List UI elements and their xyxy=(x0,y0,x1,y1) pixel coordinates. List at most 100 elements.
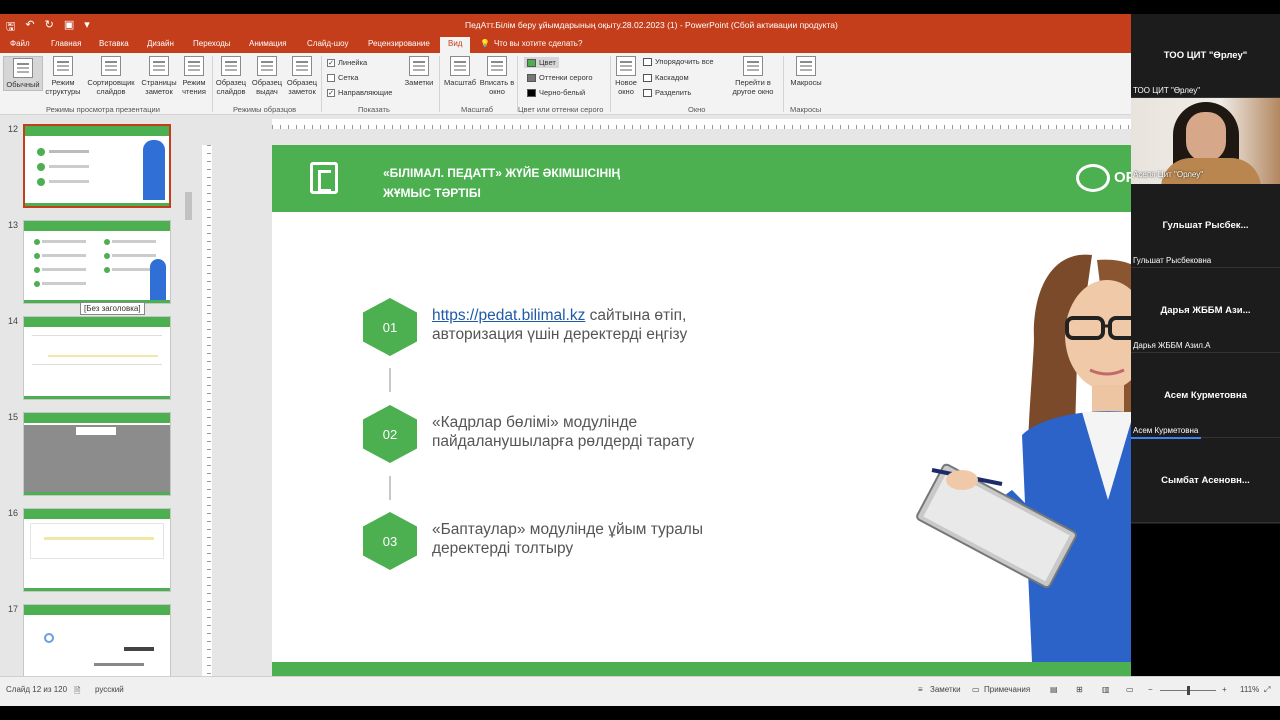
participant-tile[interactable]: Гульшат Рысбек... Гульшат Рысбековна xyxy=(1131,184,1280,268)
top-black-bar xyxy=(0,0,1280,14)
save-icon[interactable]: 🖫 xyxy=(6,18,15,37)
ribbon-separator xyxy=(212,56,213,112)
tab-slideshow[interactable]: Слайд-шоу xyxy=(307,39,348,48)
tab-transitions[interactable]: Переходы xyxy=(193,39,231,48)
tab-home[interactable]: Главная xyxy=(51,39,81,48)
normal-view-icon xyxy=(13,58,33,78)
tell-me-box[interactable]: 💡 Что вы хотите сделать? xyxy=(480,39,582,48)
slide-thumbnail-13[interactable] xyxy=(23,220,171,304)
reading-view-icon[interactable]: ▥ xyxy=(1102,685,1110,694)
new-window-button[interactable]: Новое окно xyxy=(612,56,640,96)
grayscale-swatch-icon xyxy=(527,73,536,82)
spellcheck-icon[interactable]: 🗎 xyxy=(74,685,80,699)
group-window: Окно xyxy=(688,105,706,114)
grayscale-option[interactable]: Оттенки серого xyxy=(527,73,593,82)
slide-header-band: «БІЛІМАЛ. ПЕДАТТ» ЖҮЙЕ ӘКІМШІСІНІҢ ЖҰМЫС… xyxy=(272,145,1131,212)
checkbox-checked-icon: ✓ xyxy=(327,88,335,97)
participant-tile[interactable]: Дарья ЖББМ Ази... Дарья ЖББМ Азил.А xyxy=(1131,269,1280,353)
slide-thumbnail-15[interactable] xyxy=(23,412,171,496)
window-title: ПедАтт.Білім беру ұйымдарының оқыту.28.0… xyxy=(465,20,838,30)
participant-label: Гульшат Рысбековна xyxy=(1133,256,1212,265)
notes-toggle[interactable]: Заметки xyxy=(930,685,961,694)
normal-view-button[interactable]: Обычный xyxy=(3,56,43,91)
reading-view-icon xyxy=(184,56,204,76)
zoom-slider-knob[interactable] xyxy=(1187,686,1190,695)
participant-name: Сымбат Асеновн... xyxy=(1161,475,1250,486)
thumb-number: 17 xyxy=(8,604,19,614)
color-option[interactable]: Цвет xyxy=(524,57,559,68)
participant-tile[interactable]: Сымбат Асеновн... xyxy=(1131,439,1280,523)
tab-review[interactable]: Рецензирование xyxy=(368,39,430,48)
outline-view-button[interactable]: Режим структуры xyxy=(43,56,83,96)
slide-canvas[interactable]: «БІЛІМАЛ. ПЕДАТТ» ЖҮЙЕ ӘКІМШІСІНІҢ ЖҰМЫС… xyxy=(272,145,1131,677)
participant-label: Дарья ЖББМ Азил.А xyxy=(1133,341,1211,350)
split-button[interactable]: Разделить xyxy=(643,88,691,97)
slide-sorter-button[interactable]: Сортировщик слайдов xyxy=(84,56,138,96)
tab-view[interactable]: Вид xyxy=(440,37,471,53)
step-number-badge: 02 xyxy=(363,405,417,463)
bw-swatch-icon xyxy=(527,88,536,97)
comments-toggle[interactable]: Примечания xyxy=(984,685,1030,694)
ruler-checkbox[interactable]: ✓ Линейка xyxy=(327,58,367,67)
grid-checkbox[interactable]: Сетка xyxy=(327,73,358,82)
pedat-link[interactable]: https://pedat.bilimal.kz xyxy=(432,307,585,324)
notes-button[interactable]: Заметки xyxy=(402,56,436,87)
present-icon[interactable]: ▣ xyxy=(64,18,74,37)
slide-thumbnail-14[interactable] xyxy=(23,316,171,400)
macros-button[interactable]: Макросы xyxy=(786,56,826,87)
handout-master-button[interactable]: Образец выдач xyxy=(250,56,284,96)
slideshow-icon[interactable]: ▭ xyxy=(1126,685,1134,694)
guides-checkbox[interactable]: ✓ Направляющие xyxy=(327,88,392,97)
zoom-out-icon[interactable]: − xyxy=(1148,685,1153,694)
notes-page-icon xyxy=(149,56,169,76)
cascade-button[interactable]: Каскадом xyxy=(643,73,689,82)
zoom-in-icon[interactable]: + xyxy=(1222,685,1227,694)
slide-master-button[interactable]: Образец слайдов xyxy=(214,56,248,96)
group-presentation-views: Режимы просмотра презентации xyxy=(46,105,160,114)
arrange-all-button[interactable]: Упорядочить все xyxy=(643,57,714,66)
customize-qat-icon[interactable]: ▾ xyxy=(84,18,90,37)
undo-icon[interactable]: ↶ xyxy=(25,18,34,37)
participant-camera-feed[interactable]: Аселя Цит "Орлеу" xyxy=(1131,98,1280,184)
fit-to-window-button[interactable]: Вписать в окно xyxy=(479,56,515,96)
woman-with-clipboard-image xyxy=(916,254,1131,662)
language-indicator[interactable]: русский xyxy=(95,685,124,694)
scroll-thumb[interactable] xyxy=(185,192,192,220)
reading-view-button[interactable]: Режим чтения xyxy=(179,56,209,96)
group-macros: Макросы xyxy=(790,105,822,114)
group-show: Показать xyxy=(358,105,390,114)
checkbox-checked-icon: ✓ xyxy=(327,58,335,67)
tab-insert[interactable]: Вставка xyxy=(99,39,129,48)
normal-view-icon[interactable]: ▤ xyxy=(1050,685,1058,694)
participant-tile[interactable]: Асем Курметовна Асем Курметовна xyxy=(1131,354,1280,439)
participant-tile[interactable]: ТОО ЦИТ "Өрлеу" ТОО ЦИТ "Өрлеу" xyxy=(1131,14,1280,98)
notes-icon: ≡ xyxy=(918,685,923,694)
slide-sorter-icon[interactable]: ⊞ xyxy=(1076,685,1083,694)
notes-master-button[interactable]: Образец заметок xyxy=(285,56,319,96)
zoom-level[interactable]: 111% xyxy=(1240,685,1259,694)
status-bar: Слайд 12 из 120 🗎 русский ≡ Заметки ▭ Пр… xyxy=(0,676,1280,706)
zoom-button[interactable]: Масштаб xyxy=(442,56,478,87)
black-white-option[interactable]: Черно-белый xyxy=(527,88,585,97)
slide-thumbnail-12[interactable] xyxy=(23,124,171,208)
notes-page-button[interactable]: Страницы заметок xyxy=(139,56,179,96)
redo-icon[interactable]: ↻ xyxy=(45,18,54,37)
slide-thumbnail-16[interactable] xyxy=(23,508,171,592)
step-text: https://pedat.bilimal.kz сайтына өтіп, а… xyxy=(432,307,688,343)
participant-label: Асем Курметовна xyxy=(1133,426,1199,435)
tab-design[interactable]: Дизайн xyxy=(147,39,174,48)
tab-animation[interactable]: Анимация xyxy=(249,39,287,48)
powerpoint-window: 🖫 ↶ ↻ ▣ ▾ ПедАтт.Білім беру ұйымдарының … xyxy=(0,14,1131,706)
thumbnail-scrollbar[interactable] xyxy=(184,122,193,692)
thumb-number: 15 xyxy=(8,412,19,422)
group-master-views: Режимы образцов xyxy=(233,105,297,114)
split-icon xyxy=(643,88,652,97)
checkbox-unchecked-icon xyxy=(327,73,335,82)
slide-editing-area: «БІЛІМАЛ. ПЕДАТТ» ЖҮЙЕ ӘКІМШІСІНІҢ ЖҰМЫС… xyxy=(197,116,1131,686)
tell-me-label: Что вы хотите сделать? xyxy=(493,39,583,48)
fit-slide-icon[interactable]: ⤢ xyxy=(1264,685,1270,695)
participant-label: ТОО ЦИТ "Өрлеу" xyxy=(1133,86,1201,95)
tab-file[interactable]: Файл xyxy=(10,39,30,48)
slide-thumbnail-pane: 12 13 [Без заголовка] 14 15 16 17 xyxy=(0,116,195,688)
switch-windows-button[interactable]: Перейти в другое окно xyxy=(726,56,780,96)
